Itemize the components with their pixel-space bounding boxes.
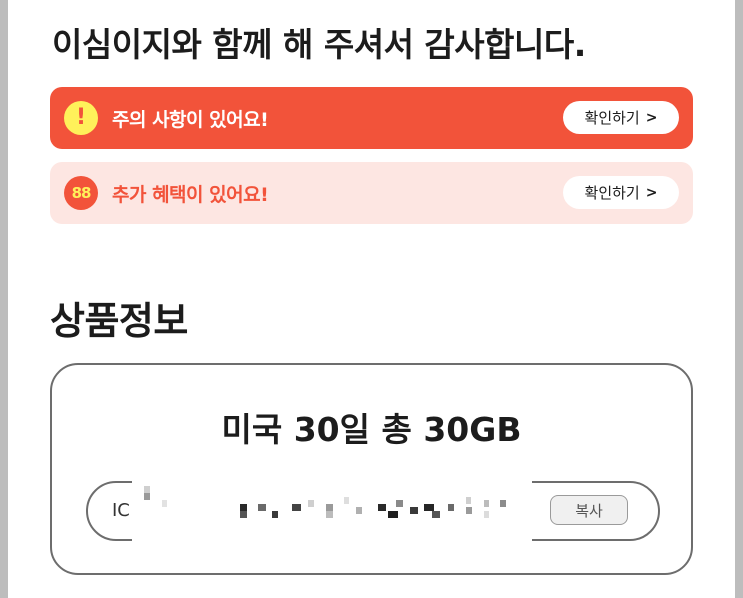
product-info-card: 미국 30일 총 30GB IC 복사 [50,363,693,575]
coupon-icon: 88 [64,176,98,210]
product-info-heading: 상품정보 [50,299,188,343]
chevron-right-icon: > [645,184,658,201]
page-title: 이심이지와 함께 해 주셔서 감사합니다. [52,25,586,64]
left-edge [0,0,8,598]
caution-confirm-label: 확인하기 [584,109,640,127]
caution-confirm-button[interactable]: 확인하기 > [563,101,679,134]
caution-notice-text: 주의 사항이 있어요! [112,109,269,131]
redacted-id-value [132,480,532,542]
right-edge [735,0,743,598]
iccid-label: IC [112,500,130,521]
benefit-notice-banner[interactable]: 88 추가 혜택이 있어요! 확인하기 > [50,162,693,224]
copy-button[interactable]: 복사 [550,495,628,525]
caution-notice-banner[interactable]: ! 주의 사항이 있어요! 확인하기 > [50,87,693,149]
benefit-confirm-button[interactable]: 확인하기 > [563,176,679,209]
exclamation-icon: ! [64,101,98,135]
benefit-confirm-label: 확인하기 [584,184,640,202]
benefit-notice-text: 추가 혜택이 있어요! [112,184,269,206]
product-name: 미국 30일 총 30GB [221,410,522,449]
iccid-field: IC 복사 [86,480,660,542]
chevron-right-icon: > [645,109,658,126]
